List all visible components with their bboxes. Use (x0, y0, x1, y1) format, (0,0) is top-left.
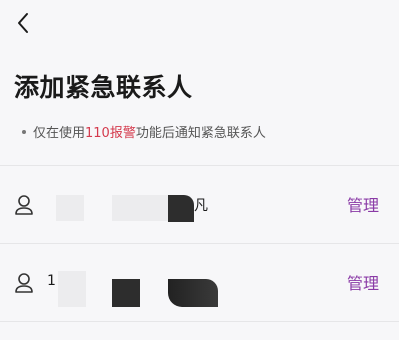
manage-button[interactable]: 管理 (347, 270, 379, 294)
redacted-block (168, 195, 194, 222)
header: 添加紧急联系人 仅在使用 110报警 功能后通知紧急联系人 (0, 0, 399, 165)
notice-text: 仅在使用 110报警 功能后通知紧急联系人 (22, 122, 266, 141)
contact-name: 1 (47, 273, 56, 289)
redacted-block (112, 279, 140, 307)
divider (0, 321, 399, 322)
notice-prefix: 仅在使用 (33, 126, 86, 141)
chevron-left-icon (18, 13, 28, 33)
back-button[interactable] (10, 10, 36, 36)
notice-highlight: 110报警 (85, 126, 136, 141)
redacted-block (58, 271, 86, 307)
contact-row: 凡 管理 (0, 166, 399, 244)
contact-name: 凡 (194, 198, 208, 214)
notice-suffix: 功能后通知紧急联系人 (135, 126, 266, 141)
redacted-block (56, 195, 84, 221)
redacted-block (112, 195, 168, 221)
person-icon (15, 273, 33, 293)
page-title: 添加紧急联系人 (14, 73, 193, 102)
manage-button[interactable]: 管理 (347, 192, 379, 216)
redacted-block (168, 279, 218, 307)
person-icon (15, 195, 33, 215)
contact-row: 1 管理 (0, 244, 399, 322)
bullet-icon (22, 129, 26, 134)
